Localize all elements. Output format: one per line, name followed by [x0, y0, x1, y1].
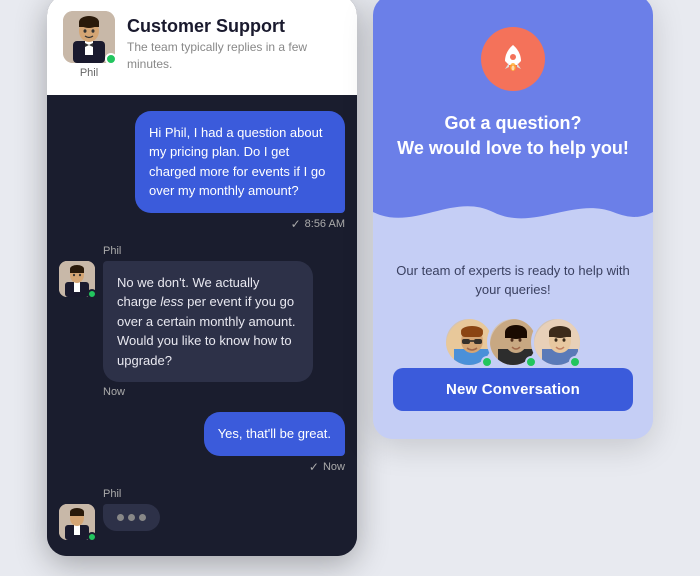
right-bottom-section: Our team of experts is ready to help wit…: [373, 241, 653, 439]
agent-row: No we don't. We actually charge less per…: [59, 261, 313, 383]
rocket-icon: [497, 43, 529, 75]
message-user-2: Yes, that'll be great. ✓ Now: [59, 412, 345, 474]
typing-agent-name: Phil: [59, 488, 121, 500]
check-icon-2: ✓: [309, 460, 319, 474]
chat-panel: Phil Customer Support The team typically…: [47, 0, 357, 556]
agent-thumb-wrap-3: [531, 316, 583, 368]
chat-body: Hi Phil, I had a question about my prici…: [47, 95, 357, 556]
wave-decoration: [373, 192, 653, 242]
right-panel: Got a question? We would love to help yo…: [373, 0, 653, 439]
typing-indicator: [59, 504, 160, 540]
header-info: Customer Support The team typically repl…: [127, 16, 341, 73]
dot-2: [128, 514, 135, 521]
bubble-user-1: Hi Phil, I had a question about my prici…: [135, 111, 345, 213]
agents-row: [393, 316, 633, 368]
msg-meta-1: ✓ 8:56 AM: [291, 217, 345, 231]
agent-avatar-sm: [59, 261, 95, 297]
right-heading: Got a question? We would love to help yo…: [397, 111, 629, 161]
dot-3: [139, 514, 146, 521]
online-indicator: [105, 53, 117, 65]
chat-subtitle: The team typically replies in a few minu…: [127, 39, 341, 73]
msg-meta-agent-1: Now: [59, 386, 125, 398]
bubble-agent-1: No we don't. We actually charge less per…: [103, 261, 313, 383]
chat-header: Phil Customer Support The team typically…: [47, 0, 357, 95]
agent-3-online: [569, 356, 581, 368]
typing-agent-avatar: [59, 504, 95, 540]
chat-title: Customer Support: [127, 16, 341, 37]
right-top-section: Got a question? We would love to help yo…: [373, 0, 653, 241]
check-icon: ✓: [291, 217, 301, 231]
new-conversation-button[interactable]: New Conversation: [393, 368, 633, 411]
agent-sender-name: Phil: [59, 245, 121, 257]
typing-dots: [103, 504, 160, 531]
typing-online-dot: [87, 532, 97, 542]
agent-avatar-large: [63, 11, 115, 63]
rocket-icon-circle: [481, 27, 545, 91]
message-agent-1: Phil: [59, 245, 345, 399]
right-subtext: Our team of experts is ready to help wit…: [393, 261, 633, 300]
typing-indicator-wrap: Phil: [59, 488, 345, 540]
dot-1: [117, 514, 124, 521]
header-agent-name: Phil: [80, 67, 98, 79]
message-user-1: Hi Phil, I had a question about my prici…: [59, 111, 345, 231]
bubble-user-2: Yes, that'll be great.: [204, 412, 345, 456]
agent-online-dot: [87, 289, 97, 299]
msg-meta-2: ✓ Now: [309, 460, 345, 474]
